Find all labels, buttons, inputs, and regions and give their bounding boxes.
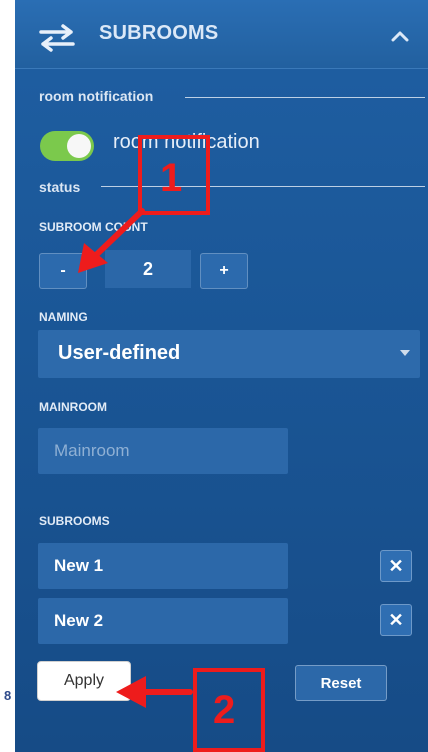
naming-label: NAMING	[39, 310, 88, 324]
arrow-icon	[116, 676, 193, 708]
increment-button[interactable]: +	[200, 253, 248, 289]
edge-number: 8	[4, 688, 12, 703]
toggle-knob	[67, 134, 91, 158]
naming-selected-value: User-defined	[58, 342, 181, 364]
panel-title: SUBROOMS	[99, 22, 219, 44]
subroom-name-value: New 1	[54, 556, 104, 575]
section-divider	[185, 97, 425, 98]
status-section-label: status	[39, 179, 81, 195]
subroom-name-input[interactable]: New 1	[38, 543, 288, 589]
swap-arrows-icon	[39, 24, 75, 52]
remove-subroom-button[interactable]: ✕	[380, 550, 412, 582]
callout-number-2: 2	[213, 688, 236, 732]
subrooms-panel: SUBROOMS room notification room notifica…	[15, 0, 428, 752]
mainroom-input[interactable]: Mainroom	[38, 428, 288, 474]
subrooms-list-label: SUBROOMS	[39, 514, 110, 528]
room-notification-section-label: room notification	[39, 88, 154, 104]
mainroom-label: MAINROOM	[39, 400, 107, 414]
dropdown-arrow-icon	[400, 350, 410, 356]
callout-number-1: 1	[160, 156, 183, 200]
subroom-name-value: New 2	[54, 611, 104, 630]
naming-select[interactable]: User-defined	[38, 330, 420, 378]
reset-button[interactable]: Reset	[295, 665, 387, 701]
remove-subroom-button[interactable]: ✕	[380, 604, 412, 636]
room-notification-toggle[interactable]	[40, 131, 94, 161]
panel-header[interactable]: SUBROOMS	[15, 0, 428, 69]
arrow-icon	[78, 208, 145, 273]
subroom-name-input[interactable]: New 2	[38, 598, 288, 644]
mainroom-placeholder: Mainroom	[54, 441, 130, 460]
chevron-up-icon[interactable]	[391, 30, 409, 42]
